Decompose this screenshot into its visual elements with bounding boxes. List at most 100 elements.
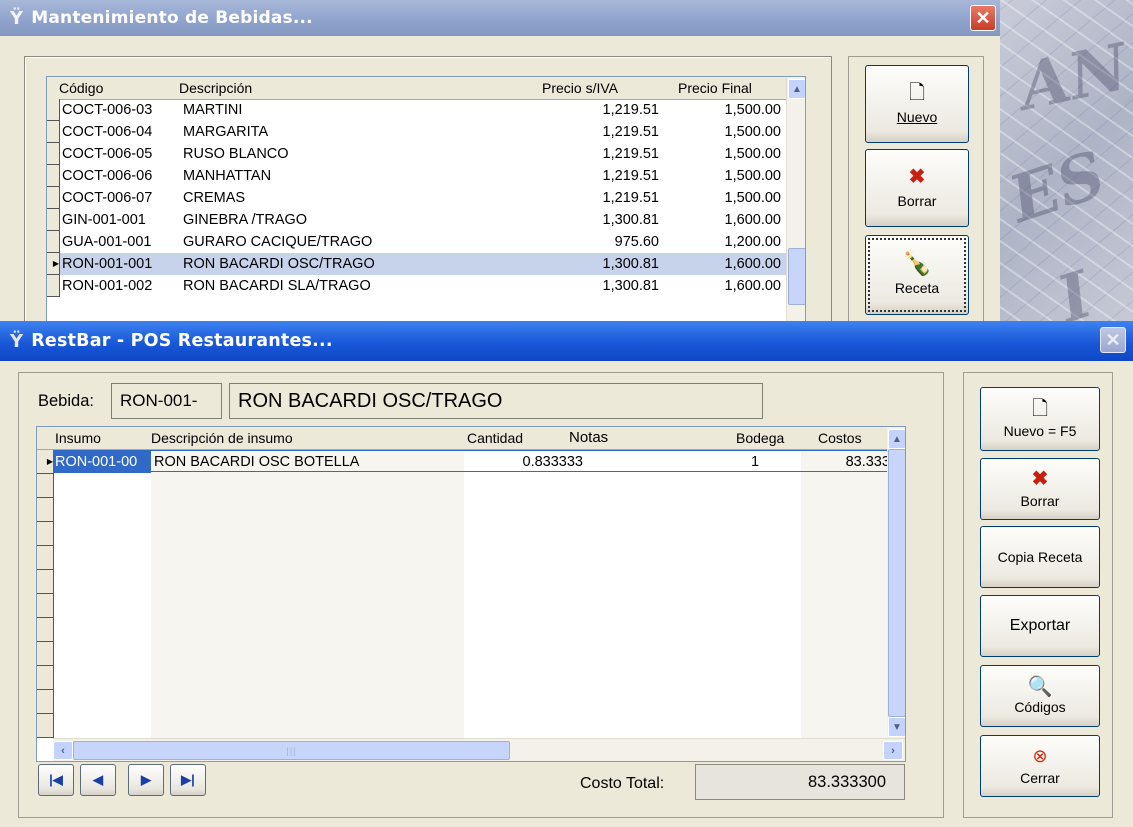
cell-precio-final[interactable]: 1,500.00: [725, 190, 781, 206]
row-indicator[interactable]: [37, 474, 54, 498]
scroll-up-icon[interactable]: ▲: [888, 429, 905, 449]
table-row[interactable]: COCT-006-05 RUSO BLANCO 1,219.51 1,500.00: [47, 143, 787, 165]
close-icon[interactable]: ✕: [970, 5, 996, 31]
cell-precio-final[interactable]: 1,500.00: [725, 146, 781, 162]
row-indicator[interactable]: [47, 187, 60, 209]
cell-codigo[interactable]: GIN-001-001: [62, 212, 146, 228]
scroll-thumb[interactable]: |||: [73, 741, 510, 760]
close-icon[interactable]: ✕: [1100, 327, 1126, 353]
table-row[interactable]: COCT-006-03 MARTINI 1,219.51 1,500.00: [47, 99, 787, 121]
scroll-thumb[interactable]: [888, 449, 905, 717]
borrar-button[interactable]: ✖ Borrar: [980, 458, 1100, 520]
front-window-titlebar[interactable]: Ÿ RestBar - POS Restaurantes...: [0, 321, 1133, 361]
row-indicator[interactable]: [37, 666, 54, 690]
cell-descripcion[interactable]: MARTINI: [183, 102, 242, 118]
cell-insumo[interactable]: RON-001-00: [55, 454, 151, 470]
cerrar-button[interactable]: ⊗ Cerrar: [980, 735, 1100, 797]
row-indicator[interactable]: [47, 231, 60, 253]
row-indicator[interactable]: [37, 522, 54, 546]
row-indicator[interactable]: [47, 99, 60, 121]
cell-precio-final[interactable]: 1,200.00: [725, 234, 781, 250]
col-header-notas[interactable]: Notas: [569, 429, 608, 446]
table-row[interactable]: GIN-001-001 GINEBRA /TRAGO 1,300.81 1,600.0…: [47, 209, 787, 231]
current-row-indicator-icon[interactable]: ▶: [37, 450, 54, 474]
col-header-precio-final[interactable]: Precio Final: [678, 80, 752, 96]
row-indicator[interactable]: [47, 143, 60, 165]
cell-descripcion[interactable]: RON BACARDI OSC/TRAGO: [183, 256, 375, 272]
row-indicator[interactable]: [37, 498, 54, 522]
scroll-thumb[interactable]: [788, 248, 805, 305]
cell-cantidad[interactable]: 0.833333: [523, 454, 583, 470]
table-row[interactable]: RON-001-00 RON BACARDI OSC BOTELLA 0.83333…: [53, 450, 901, 474]
cell-precio-final[interactable]: 1,600.00: [725, 278, 781, 294]
cell-precio-final[interactable]: 1,500.00: [725, 124, 781, 140]
cell-descripcion-insumo[interactable]: RON BACARDI OSC BOTELLA: [154, 454, 359, 470]
exportar-button[interactable]: Exportar: [980, 595, 1100, 657]
prev-record-icon[interactable]: ◀: [80, 764, 116, 796]
cell-descripcion[interactable]: GURARO CACIQUE/TRAGO: [183, 234, 372, 250]
cell-precio-final[interactable]: 1,500.00: [725, 168, 781, 184]
cell-precio-siva[interactable]: 975.60: [615, 234, 659, 250]
receta-button[interactable]: 🍾 Receta: [865, 235, 969, 315]
cell-codigo[interactable]: COCT-006-07: [62, 190, 152, 206]
vertical-scrollbar[interactable]: ▲: [786, 77, 805, 327]
cell-descripcion[interactable]: RUSO BLANCO: [183, 146, 289, 162]
row-indicator[interactable]: [37, 690, 54, 714]
cell-codigo[interactable]: RON-001-002: [62, 278, 152, 294]
col-header-precio-siva[interactable]: Precio s/IVA: [542, 80, 618, 96]
cell-bodega[interactable]: 1: [751, 454, 759, 470]
col-header-descripcion[interactable]: Descripción: [179, 80, 252, 96]
col-header-bodega[interactable]: Bodega: [736, 430, 784, 446]
cell-codigo[interactable]: GUA-001-001: [62, 234, 151, 250]
cell-descripcion[interactable]: MANHATTAN: [183, 168, 271, 184]
scroll-up-icon[interactable]: ▲: [788, 79, 805, 99]
cell-codigo[interactable]: COCT-006-05: [62, 146, 152, 162]
cell-precio-siva[interactable]: 1,300.81: [603, 278, 659, 294]
cell-descripcion[interactable]: CREMAS: [183, 190, 245, 206]
copia-receta-button[interactable]: Copia Receta: [980, 526, 1100, 588]
horizontal-scrollbar[interactable]: ‹ ||| ›: [53, 738, 905, 761]
row-indicator[interactable]: [37, 618, 54, 642]
cell-precio-siva[interactable]: 1,219.51: [603, 190, 659, 206]
table-row[interactable]: COCT-006-04 MARGARITA 1,219.51 1,500.00: [47, 121, 787, 143]
table-row[interactable]: ▶ RON-001-001 RON BACARDI OSC/TRAGO 1,300.8…: [47, 253, 787, 275]
row-indicator[interactable]: [47, 121, 60, 143]
current-row-indicator-icon[interactable]: ▶: [47, 253, 60, 275]
row-indicator[interactable]: [37, 714, 54, 738]
vertical-scrollbar[interactable]: ▲ ▼: [887, 427, 905, 739]
cell-precio-siva[interactable]: 1,219.51: [603, 146, 659, 162]
cell-precio-siva[interactable]: 1,300.81: [603, 212, 659, 228]
cell-precio-siva[interactable]: 1,300.81: [603, 256, 659, 272]
col-header-descripcion-insumo[interactable]: Descripción de insumo: [151, 430, 293, 446]
row-indicator[interactable]: [37, 642, 54, 666]
insumos-grid[interactable]: Insumo Descripción de insumo Cantidad No…: [36, 426, 906, 762]
table-row[interactable]: GUA-001-001 GURARO CACIQUE/TRAGO 975.60 1,2…: [47, 231, 787, 253]
borrar-button[interactable]: ✖ Borrar: [865, 149, 969, 227]
cell-descripcion[interactable]: MARGARITA: [183, 124, 268, 140]
col-header-costos[interactable]: Costos: [818, 430, 862, 446]
cell-codigo[interactable]: RON-001-001: [62, 256, 152, 272]
back-window-titlebar[interactable]: Ÿ Mantenimiento de Bebidas...: [0, 0, 1000, 36]
row-indicator[interactable]: [37, 570, 54, 594]
cell-codigo[interactable]: COCT-006-03: [62, 102, 152, 118]
row-indicator[interactable]: [37, 546, 54, 570]
row-indicator[interactable]: [37, 594, 54, 618]
row-indicator[interactable]: [47, 209, 60, 231]
scroll-left-icon[interactable]: ‹: [53, 741, 73, 760]
table-row[interactable]: COCT-006-06 MANHATTAN 1,219.51 1,500.00: [47, 165, 787, 187]
cell-precio-final[interactable]: 1,600.00: [725, 256, 781, 272]
cell-precio-final[interactable]: 1,500.00: [725, 102, 781, 118]
last-record-icon[interactable]: ▶|: [170, 764, 206, 796]
next-record-icon[interactable]: ▶: [128, 764, 164, 796]
cell-precio-siva[interactable]: 1,219.51: [603, 102, 659, 118]
cell-precio-final[interactable]: 1,600.00: [725, 212, 781, 228]
cell-precio-siva[interactable]: 1,219.51: [603, 124, 659, 140]
cell-codigo[interactable]: COCT-006-06: [62, 168, 152, 184]
nuevo-f5-button[interactable]: 🗋 Nuevo = F5: [980, 387, 1100, 451]
first-record-icon[interactable]: |◀: [38, 764, 74, 796]
scroll-down-icon[interactable]: ▼: [888, 717, 905, 737]
row-indicator[interactable]: [47, 165, 60, 187]
scroll-right-icon[interactable]: ›: [883, 741, 903, 760]
table-row[interactable]: RON-001-002 RON BACARDI SLA/TRAGO 1,300.81…: [47, 275, 787, 297]
cell-precio-siva[interactable]: 1,219.51: [603, 168, 659, 184]
